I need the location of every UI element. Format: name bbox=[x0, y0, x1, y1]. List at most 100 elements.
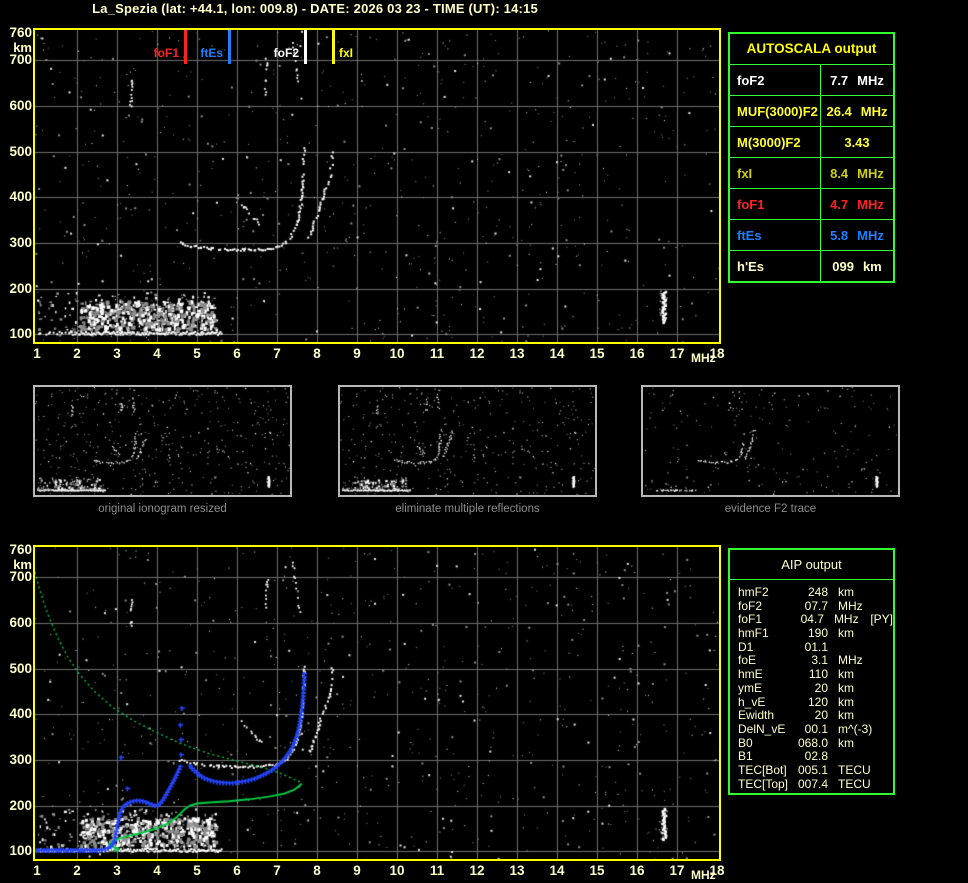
x-axis-tick: 15 bbox=[585, 863, 609, 878]
x-axis-tick: 10 bbox=[385, 346, 409, 361]
x-axis-tick: 2 bbox=[65, 863, 89, 878]
x-axis-tick: 16 bbox=[625, 346, 649, 361]
aip-row-label: hmE bbox=[738, 668, 794, 682]
autoscala-row: foF14.7MHz bbox=[730, 189, 893, 220]
x-axis-tick: 13 bbox=[505, 346, 529, 361]
aip-row-value: 07.7 bbox=[794, 600, 828, 614]
autoscala-output-table: AUTOSCALA output foF27.7MHzMUF(3000)F226… bbox=[728, 32, 895, 283]
ionogram-plot-bottom bbox=[33, 545, 721, 861]
aip-row-label: hmF2 bbox=[738, 586, 794, 600]
y-axis-tick: 400 bbox=[2, 189, 32, 204]
thumbnail-caption-3: evidence F2 trace bbox=[641, 503, 900, 515]
x-axis-tick: 9 bbox=[345, 346, 369, 361]
autoscala-row-value: 5.8 MHz bbox=[821, 220, 893, 250]
aip-row-unit bbox=[838, 641, 874, 655]
y-axis-tick: 300 bbox=[2, 235, 32, 250]
aip-row-unit: km bbox=[838, 668, 874, 682]
x-axis-tick: 8 bbox=[305, 863, 329, 878]
marker-label-ftEs: ftEs bbox=[200, 46, 223, 60]
x-axis-tick: 7 bbox=[265, 863, 289, 878]
ionogram-canvas-top bbox=[35, 30, 719, 342]
x-axis-unit: MHz bbox=[691, 351, 716, 365]
autoscala-row-value: 3.43 bbox=[821, 127, 893, 157]
aip-row-label: D1 bbox=[738, 641, 794, 655]
autoscala-row-value: 26.4MHz bbox=[821, 96, 893, 126]
x-axis-tick: 3 bbox=[105, 346, 129, 361]
x-axis-tick: 17 bbox=[665, 346, 689, 361]
thumbnail-canvas-2 bbox=[340, 387, 595, 495]
y-axis-tick: 760 bbox=[2, 542, 32, 557]
autoscala-row-label: foF2 bbox=[730, 65, 821, 95]
aip-row-value: 120 bbox=[794, 696, 828, 710]
aip-row-unit: MHz bbox=[838, 654, 874, 668]
x-axis-tick: 4 bbox=[145, 346, 169, 361]
autoscala-value-unit: MHz bbox=[857, 166, 884, 181]
aip-row: h_vE120 km bbox=[738, 696, 893, 710]
y-axis-tick: 700 bbox=[2, 52, 32, 67]
aip-row-label: Ewidth bbox=[738, 709, 794, 723]
y-axis-tick: 500 bbox=[2, 661, 32, 676]
x-axis-tick: 11 bbox=[425, 346, 449, 361]
aip-row: foF207.7MHz bbox=[738, 600, 893, 614]
x-axis-tick: 11 bbox=[425, 863, 449, 878]
x-axis-tick: 1 bbox=[25, 863, 49, 878]
page-title: La_Spezia (lat: +44.1, lon: 009.8) - DAT… bbox=[35, 1, 595, 16]
aip-row: ymE20km bbox=[738, 682, 893, 696]
aip-row-unit: TECU bbox=[838, 778, 874, 792]
aip-row-unit: MHz bbox=[838, 600, 874, 614]
autoscala-row: ftEs 5.8 MHz bbox=[730, 220, 893, 251]
autoscala-row-label: h'Es bbox=[730, 251, 821, 281]
aip-row-value: 20 bbox=[794, 709, 828, 723]
y-axis-tick: 500 bbox=[2, 144, 32, 159]
aip-row: B102.8 bbox=[738, 750, 893, 764]
aip-row-label: foF1 bbox=[738, 613, 791, 627]
autoscala-row-value: 8.4MHz bbox=[821, 158, 893, 188]
autoscala-value-number: 3.43 bbox=[844, 135, 869, 150]
autoscala-value-unit: MHz bbox=[857, 228, 884, 243]
autoscala-value-unit: MHz bbox=[857, 73, 884, 88]
aip-row-unit: m^(-3) bbox=[838, 723, 874, 737]
x-axis-tick: 17 bbox=[665, 863, 689, 878]
x-axis-tick: 14 bbox=[545, 346, 569, 361]
aip-row-unit: km bbox=[838, 737, 874, 751]
aip-row: foF104.7MHz[PY] bbox=[738, 613, 893, 627]
aip-row: DelN_vE00.1m^(-3) bbox=[738, 723, 893, 737]
thumbnail-eliminate-reflections bbox=[338, 385, 597, 497]
autoscala-value-number: 5.8 bbox=[830, 228, 848, 243]
aip-row-unit: km bbox=[838, 627, 874, 641]
y-axis-tick: 200 bbox=[2, 798, 32, 813]
aip-row-value: 007.4 bbox=[794, 778, 828, 792]
marker-line-fxI bbox=[332, 30, 335, 64]
x-axis-tick: 2 bbox=[65, 346, 89, 361]
x-axis-tick: 6 bbox=[225, 346, 249, 361]
aip-row-label: B1 bbox=[738, 750, 794, 764]
x-axis-tick: 5 bbox=[185, 863, 209, 878]
aip-row-label: foE bbox=[738, 654, 794, 668]
aip-row-label: h_vE bbox=[738, 696, 794, 710]
autoscala-row-label: MUF(3000)F2 bbox=[730, 96, 821, 126]
aip-row-unit: km bbox=[838, 696, 874, 710]
x-axis-tick: 16 bbox=[625, 863, 649, 878]
autoscala-row-label: M(3000)F2 bbox=[730, 127, 821, 157]
thumbnail-caption-2: eliminate multiple reflections bbox=[338, 503, 597, 515]
y-axis-tick: 200 bbox=[2, 281, 32, 296]
aip-row: TEC[Bot]005.1TECU bbox=[738, 764, 893, 778]
x-axis-tick: 1 bbox=[25, 346, 49, 361]
aip-row-unit bbox=[838, 750, 874, 764]
autoscala-table-rows: foF27.7MHzMUF(3000)F226.4MHzM(3000)F23.4… bbox=[730, 65, 893, 281]
x-axis-tick: 9 bbox=[345, 863, 369, 878]
aip-row-unit: km bbox=[838, 682, 874, 696]
x-axis-tick: 10 bbox=[385, 863, 409, 878]
autoscala-value-number: 4.7 bbox=[830, 197, 848, 212]
autoscala-row-label: ftEs bbox=[730, 220, 821, 250]
aip-row-value: 00.1 bbox=[794, 723, 828, 737]
autoscala-row: fxI8.4MHz bbox=[730, 158, 893, 189]
x-axis-tick: 12 bbox=[465, 346, 489, 361]
marker-label-fxI: fxI bbox=[339, 46, 353, 60]
aip-row-label: TEC[Top] bbox=[738, 778, 794, 792]
marker-line-foF1 bbox=[184, 30, 187, 64]
aip-row-unit: TECU bbox=[838, 764, 874, 778]
autoscala-value-unit: MHz bbox=[857, 197, 884, 212]
aip-row: hmE110km bbox=[738, 668, 893, 682]
y-axis-tick: 600 bbox=[2, 98, 32, 113]
